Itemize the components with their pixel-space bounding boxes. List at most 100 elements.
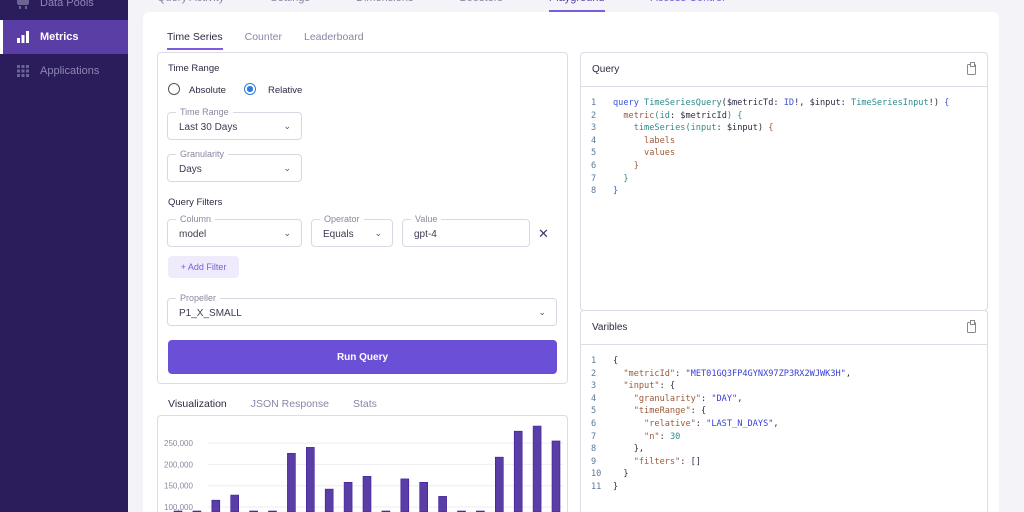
code-token: , bbox=[773, 418, 779, 429]
line-number: 6 bbox=[591, 418, 597, 429]
operator-select[interactable]: Operator Equals ⌄ bbox=[311, 214, 393, 247]
absolute-radio[interactable] bbox=[168, 83, 180, 95]
tab-leaderboard[interactable]: Leaderboard bbox=[304, 31, 364, 50]
tab-settings[interactable]: Settings bbox=[270, 0, 310, 12]
code-token: values bbox=[644, 148, 676, 159]
bar[interactable] bbox=[230, 494, 239, 512]
code-line: 2 metric(id: $metricId) { bbox=[591, 110, 987, 123]
sidebar: Data Pools Metrics Applications bbox=[0, 0, 128, 512]
code-line: 11} bbox=[591, 481, 987, 494]
bar[interactable] bbox=[343, 481, 353, 512]
sidebar-item-label: Data Pools bbox=[40, 0, 94, 9]
time-range-select[interactable]: Time Range Last 30 Days ⌄ bbox=[167, 107, 302, 140]
tab-dimensions[interactable]: Dimensions bbox=[356, 0, 413, 12]
code-token: TimeSeriesQuery bbox=[644, 98, 722, 108]
code-token: } bbox=[623, 173, 629, 184]
code-token: { bbox=[944, 98, 950, 108]
tab-boosters[interactable]: Boosters bbox=[459, 0, 502, 12]
code-token: "granularity" bbox=[633, 393, 701, 404]
bar[interactable] bbox=[362, 476, 372, 512]
code-token: } bbox=[613, 186, 619, 197]
code-token: ) { bbox=[726, 110, 743, 121]
bar[interactable] bbox=[438, 496, 447, 512]
code-token: metric bbox=[623, 110, 655, 121]
add-filter-button[interactable]: + Add Filter bbox=[168, 256, 239, 278]
tab-counter[interactable]: Counter bbox=[245, 31, 282, 50]
bar[interactable] bbox=[551, 440, 561, 512]
code-token: : bbox=[659, 431, 670, 442]
tab-time-series[interactable]: Time Series bbox=[167, 31, 223, 50]
propeller-select[interactable]: Propeller P1_X_SMALL ⌄ bbox=[167, 293, 557, 326]
code-line: 7 } bbox=[591, 173, 987, 186]
code-token: : $input) bbox=[716, 123, 769, 134]
bar[interactable] bbox=[532, 425, 542, 512]
code-line: 1{ bbox=[591, 355, 987, 368]
granularity-value: Days bbox=[179, 164, 202, 175]
granularity-select[interactable]: Granularity Days ⌄ bbox=[167, 149, 302, 182]
code-token: query bbox=[613, 98, 645, 108]
bar[interactable] bbox=[494, 456, 504, 512]
code-token: TimeSeriesInput bbox=[851, 98, 929, 108]
line-number: 11 bbox=[591, 481, 602, 492]
bar[interactable] bbox=[287, 453, 296, 512]
remove-filter-icon[interactable]: ✕ bbox=[538, 226, 549, 242]
line-number: 5 bbox=[591, 406, 597, 417]
line-number: 2 bbox=[591, 110, 597, 121]
relative-label: Relative bbox=[268, 85, 303, 96]
code-line: 9 "filters": [] bbox=[591, 456, 987, 469]
code-token: : [] bbox=[680, 456, 701, 467]
query-filters-heading: Query Filters bbox=[168, 197, 223, 208]
tab-playground[interactable]: Playground bbox=[548, 0, 605, 12]
line-number: 1 bbox=[591, 356, 597, 366]
relative-radio[interactable] bbox=[244, 83, 256, 95]
clipboard-icon[interactable] bbox=[967, 62, 976, 75]
code-line: 4 "granularity": "DAY", bbox=[591, 393, 987, 406]
top-tabs: Query Activity Settings Dimensions Boost… bbox=[157, 0, 771, 12]
column-select[interactable]: Column model ⌄ bbox=[167, 214, 302, 247]
line-number: 7 bbox=[591, 173, 597, 184]
sidebar-item-metrics[interactable]: Metrics bbox=[0, 20, 128, 54]
code-token: } bbox=[633, 160, 639, 171]
query-editor[interactable]: 1 query TimeSeriesQuery ($metricTd: ID!, $… bbox=[581, 87, 987, 198]
code-token: }, bbox=[633, 444, 645, 455]
code-token: "relative" bbox=[644, 418, 696, 429]
query-type-tabs: Time Series Counter Leaderboard bbox=[167, 31, 386, 50]
line-number: 1 bbox=[591, 98, 597, 108]
tab-query-activity[interactable]: Query Activity bbox=[157, 0, 224, 12]
code-token: "input" bbox=[623, 381, 660, 392]
sidebar-item-data-pools[interactable]: Data Pools bbox=[0, 0, 128, 20]
bar-chart-icon bbox=[17, 31, 29, 43]
bar[interactable] bbox=[419, 481, 429, 512]
bar[interactable] bbox=[400, 478, 410, 512]
bar[interactable] bbox=[211, 499, 221, 512]
variables-editor[interactable]: 1{2 "metricId": "MET01GQ3FP4GYNX97ZP3RX2… bbox=[581, 345, 987, 494]
code-token: "filters" bbox=[633, 456, 681, 467]
chevron-down-icon: ⌄ bbox=[283, 163, 291, 173]
variables-title: Varibles bbox=[592, 322, 628, 333]
code-token: : { bbox=[690, 406, 707, 417]
code-line: 6 "relative": "LAST_N_DAYS", bbox=[591, 418, 987, 431]
tab-access-control[interactable]: Access Control bbox=[651, 0, 725, 12]
bar[interactable] bbox=[324, 488, 334, 512]
query-title: Query bbox=[592, 64, 620, 75]
bar[interactable] bbox=[306, 447, 315, 512]
sidebar-item-applications[interactable]: Applications bbox=[0, 54, 128, 88]
grid-icon bbox=[17, 65, 29, 77]
clipboard-icon[interactable] bbox=[967, 320, 976, 333]
value-input[interactable]: Value gpt-4 bbox=[402, 214, 530, 247]
code-token: timeSeries bbox=[633, 123, 686, 134]
value-label: Value bbox=[411, 214, 442, 224]
y-tick-label: 250,000 bbox=[164, 439, 193, 448]
bar[interactable] bbox=[513, 430, 523, 512]
code-token: : { bbox=[659, 381, 676, 392]
code-line: 2 "metricId": "MET01GQ3FP4GYNX97ZP3RX2WJ… bbox=[591, 368, 987, 381]
code-token: ($metricTd: bbox=[721, 98, 784, 108]
run-query-button[interactable]: Run Query bbox=[168, 340, 557, 374]
code-line: 6 } bbox=[591, 160, 987, 173]
code-token: } bbox=[623, 469, 629, 480]
